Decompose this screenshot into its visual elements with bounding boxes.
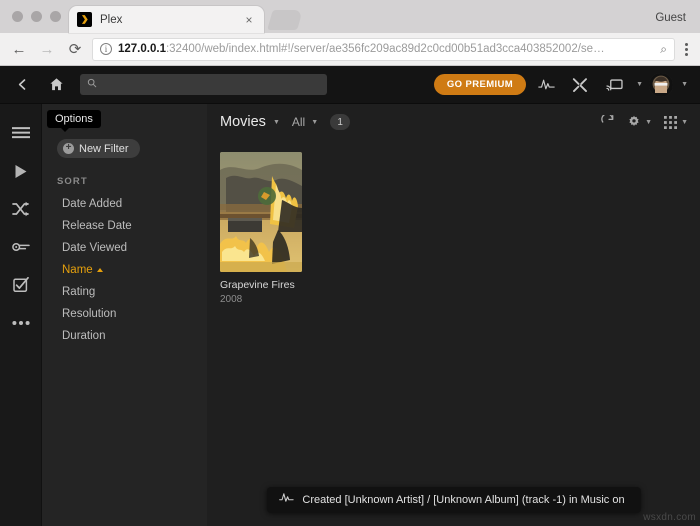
search-icon[interactable]: ⌕ xyxy=(660,42,667,57)
reload-icon[interactable]: ⟳ xyxy=(64,38,86,60)
refresh-icon[interactable] xyxy=(601,115,615,129)
search-icon xyxy=(87,78,97,91)
sort-item-label: Release Date xyxy=(62,220,132,232)
chevron-down-icon[interactable]: ▼ xyxy=(636,81,643,88)
new-filter-button[interactable]: + New Filter xyxy=(57,139,140,158)
avatar-chevron-down-icon[interactable]: ▼ xyxy=(681,81,688,88)
search-field-text[interactable] xyxy=(103,78,320,91)
hamburger-menu-icon[interactable] xyxy=(0,114,42,152)
plex-nav-rail xyxy=(0,104,42,526)
home-icon[interactable] xyxy=(42,71,70,99)
grid-view-icon[interactable]: ▼ xyxy=(664,115,688,129)
close-icon[interactable]: × xyxy=(242,13,256,27)
wrench-screwdriver-icon[interactable] xyxy=(566,71,594,99)
chevron-down-icon: ▼ xyxy=(681,118,688,126)
url-path: :32400/web/index.html#!/server/ae356fc20… xyxy=(165,43,605,55)
library-header: Movies ▼ All ▼ 1 ▼ ▼ xyxy=(207,104,700,140)
chevron-down-icon: ▼ xyxy=(311,118,319,126)
library-content: Movies ▼ All ▼ 1 ▼ ▼ Grapevine Fires 200… xyxy=(207,104,700,526)
gear-icon[interactable]: ▼ xyxy=(627,115,652,129)
tab-title: Plex xyxy=(100,13,123,26)
go-premium-button[interactable]: GO PREMIUM xyxy=(433,74,527,95)
sort-item-label: Resolution xyxy=(62,308,117,320)
discover-key-icon[interactable] xyxy=(0,228,42,266)
checkbox-list-icon[interactable] xyxy=(0,266,42,304)
movie-title: Grapevine Fires xyxy=(220,279,295,291)
movie-poster[interactable] xyxy=(220,152,302,272)
browser-tabstrip: Plex × Guest xyxy=(0,0,700,33)
forward-icon[interactable]: → xyxy=(36,38,58,60)
activity-pulse-icon[interactable] xyxy=(532,71,560,99)
options-tooltip: Options xyxy=(47,110,101,132)
item-count-badge: 1 xyxy=(330,114,351,130)
toast-message: Created [Unknown Artist] / [Unknown Albu… xyxy=(302,494,625,506)
sort-item-release-date[interactable]: Release Date xyxy=(42,215,207,237)
new-filter-label: New Filter xyxy=(79,142,129,155)
maximize-window-button[interactable] xyxy=(50,11,61,22)
watermark: wsxdn.com xyxy=(643,512,696,523)
movie-grid: Grapevine Fires 2008 xyxy=(207,140,700,305)
url-host: 127.0.0.1 xyxy=(118,43,166,55)
sort-item-date-viewed[interactable]: Date Viewed xyxy=(42,237,207,259)
plex-topbar: GO PREMIUM ▼ ▼ xyxy=(0,66,700,104)
new-tab-button[interactable] xyxy=(267,10,303,30)
sort-item-label: Rating xyxy=(62,286,96,298)
library-title-dropdown[interactable]: Movies ▼ xyxy=(220,114,280,130)
browser-tab[interactable]: Plex × xyxy=(69,6,264,33)
sort-item-rating[interactable]: Rating xyxy=(42,281,207,303)
sort-item-duration[interactable]: Duration xyxy=(42,325,207,347)
site-info-icon[interactable]: i xyxy=(100,43,112,55)
avatar[interactable] xyxy=(649,72,674,97)
movie-year: 2008 xyxy=(220,294,243,305)
plus-circle-icon: + xyxy=(63,143,74,154)
plex-app: GO PREMIUM ▼ ▼ Options + New Filter SORT… xyxy=(0,66,700,526)
close-window-button[interactable] xyxy=(12,11,23,22)
back-icon[interactable]: ← xyxy=(8,38,30,60)
address-bar[interactable]: i 127.0.0.1:32400/web/index.html#!/serve… xyxy=(92,37,675,61)
sort-item-label: Duration xyxy=(62,330,106,342)
plex-body: Options + New Filter SORT Date Added Rel… xyxy=(0,104,700,526)
ellipsis-icon[interactable] xyxy=(0,304,42,342)
sort-item-label: Date Viewed xyxy=(62,242,127,254)
filter-label: All xyxy=(291,115,306,129)
shuffle-icon[interactable] xyxy=(0,190,42,228)
sort-section-header: SORT xyxy=(57,176,88,187)
url-text: 127.0.0.1:32400/web/index.html#!/server/… xyxy=(118,43,654,55)
chevron-left-icon[interactable] xyxy=(8,71,36,99)
sort-item-date-added[interactable]: Date Added xyxy=(42,193,207,215)
library-filter-dropdown[interactable]: All ▼ xyxy=(292,115,318,129)
cast-icon[interactable] xyxy=(600,71,628,99)
browser-toolbar: ← → ⟳ i 127.0.0.1:32400/web/index.html#!… xyxy=(0,33,700,66)
browser-menu-icon[interactable] xyxy=(681,42,692,56)
options-sidebar: Options + New Filter SORT Date Added Rel… xyxy=(42,104,207,526)
search-input[interactable] xyxy=(80,74,327,95)
browser-window: Plex × Guest ← → ⟳ i 127.0.0.1:32400/web… xyxy=(0,0,700,526)
sort-item-resolution[interactable]: Resolution xyxy=(42,303,207,325)
toast-notification[interactable]: Created [Unknown Artist] / [Unknown Albu… xyxy=(266,487,641,513)
profile-label[interactable]: Guest xyxy=(655,12,686,24)
plex-logo-icon xyxy=(77,12,92,27)
sort-item-label: Name xyxy=(62,264,93,276)
sort-ascending-arrow-icon xyxy=(96,268,103,272)
minimize-window-button[interactable] xyxy=(31,11,42,22)
page-title: Movies xyxy=(220,114,266,130)
activity-pulse-icon xyxy=(278,491,294,509)
list-item[interactable]: Grapevine Fires 2008 xyxy=(220,152,302,305)
chevron-down-icon: ▼ xyxy=(645,118,653,126)
sort-item-name[interactable]: Name xyxy=(42,259,207,281)
window-controls[interactable] xyxy=(0,11,61,33)
play-icon[interactable] xyxy=(0,152,42,190)
chevron-down-icon: ▼ xyxy=(272,118,280,126)
sort-item-label: Date Added xyxy=(62,198,123,210)
